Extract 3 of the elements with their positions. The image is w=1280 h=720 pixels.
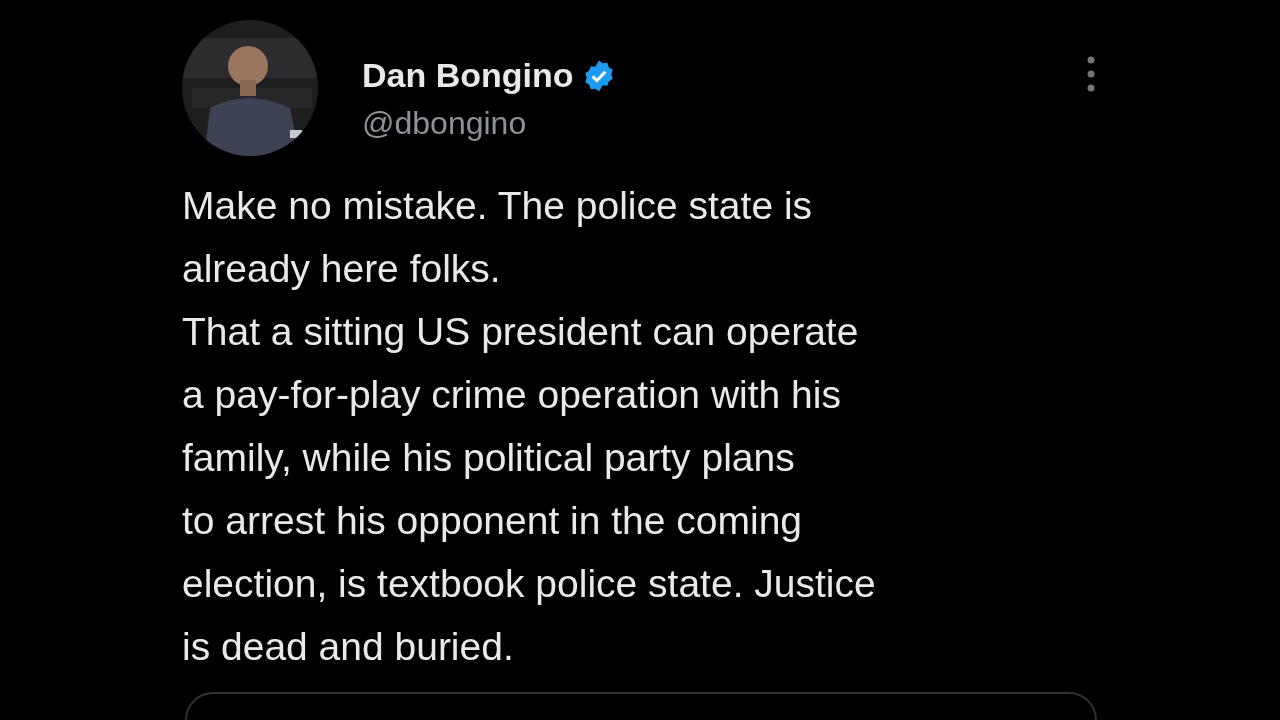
- tweet-text: Make no mistake. The police state is already here folks. That a sitting US president can operate a pay-for-play crime operation with his family, while his political party plans to arrest his opponent in the coming election, is textbook police state. Justice is dead and buried.: [182, 183, 877, 670]
- author-handle[interactable]: @dbongino: [362, 105, 616, 142]
- author-name[interactable]: Dan Bongino: [362, 56, 574, 95]
